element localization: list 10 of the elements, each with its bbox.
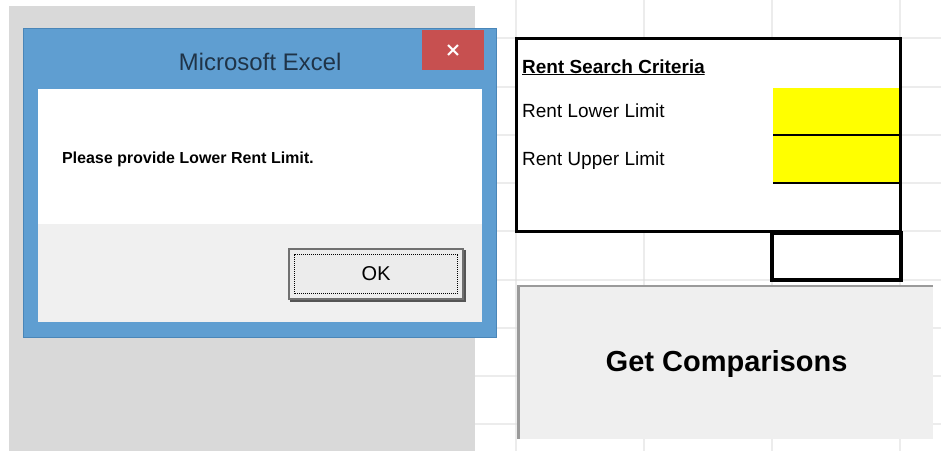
criteria-label: Rent Lower Limit <box>521 100 666 124</box>
message-text: Please provide Lower Rent Limit. <box>62 148 314 168</box>
window-title: Microsoft Excel <box>178 48 342 78</box>
close-icon <box>447 44 459 56</box>
get-comparisons-button[interactable]: Get Comparisons <box>517 285 933 439</box>
criteria-heading: Rent Search Criteria <box>522 56 705 80</box>
criteria-label: Rent Upper Limit <box>521 148 666 172</box>
input-field[interactable] <box>773 88 899 136</box>
ok-button[interactable]: OK <box>288 248 464 300</box>
input-field[interactable] <box>773 136 899 184</box>
